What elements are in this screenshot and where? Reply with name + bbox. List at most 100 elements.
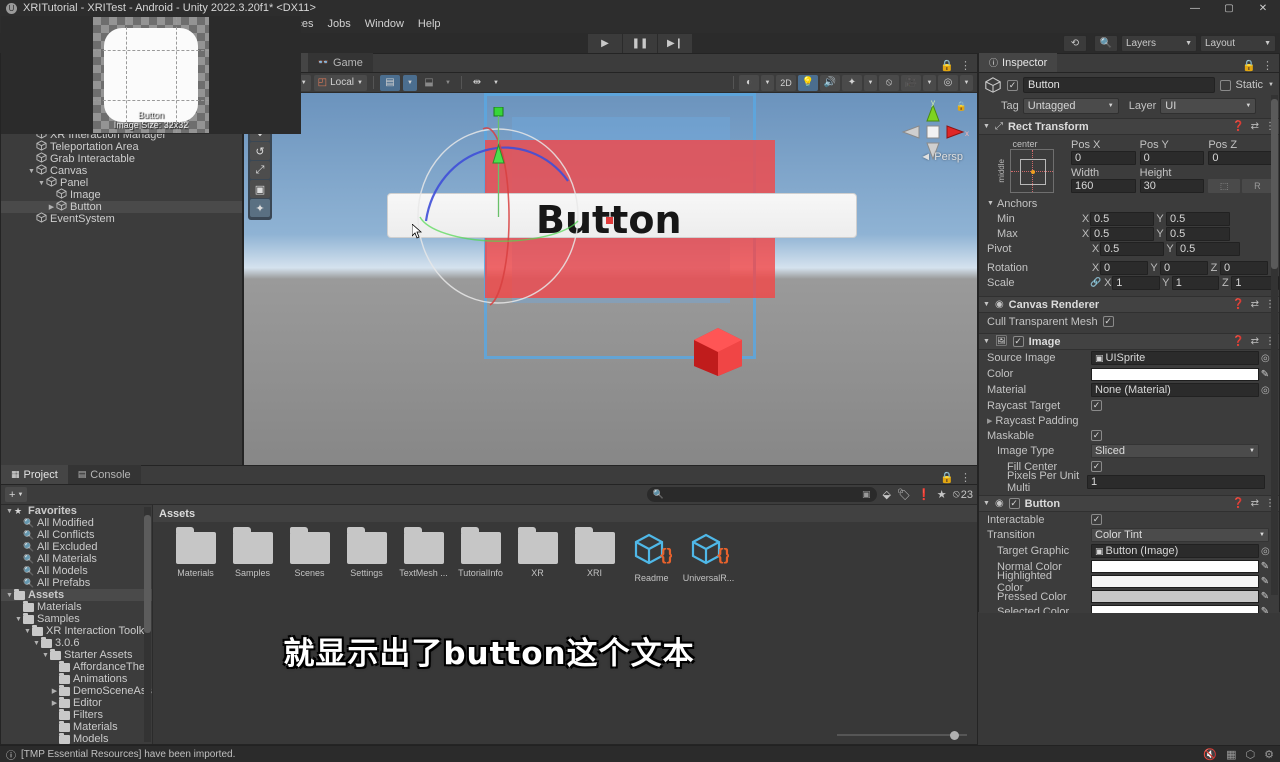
chevron-down-icon[interactable]: ▼ [41, 652, 50, 659]
asset-item-samples[interactable]: Samples [224, 527, 281, 583]
zoom-slider[interactable] [837, 730, 967, 740]
foldout-arrow[interactable]: ▼ [983, 338, 990, 345]
canvas-renderer-header[interactable]: ▼ ◉ Canvas Renderer ❓ ⇄ ⋮ [979, 296, 1279, 313]
maximize-button[interactable]: ▢ [1212, 0, 1246, 16]
scale-link-icon[interactable]: 🔗 [1090, 277, 1101, 288]
source-image-field[interactable]: ▣ UISprite [1091, 351, 1259, 365]
asset-item-readme[interactable]: {} Readme [623, 532, 680, 583]
chevron-down-icon[interactable]: ▼ [14, 616, 23, 623]
hierarchy-item-eventsystem[interactable]: EventSystem [1, 212, 242, 225]
project-tree-item-xr-interaction-toolkit[interactable]: ▼ XR Interaction Toolkit [1, 624, 152, 637]
project-tree-item-samples[interactable]: ▼ Samples [1, 612, 152, 625]
image-component-header[interactable]: ▼ 🖼 ✓ Image ❓ ⇄ ⋮ [979, 333, 1279, 350]
project-tree-item-editor[interactable]: ▶ Editor [1, 696, 152, 709]
menu-item-jobs[interactable]: Jobs [321, 16, 358, 33]
shading-mode-icon[interactable]: ◐ [739, 74, 759, 91]
project-tree-item-animations[interactable]: Animations [1, 672, 152, 685]
minimize-button[interactable]: — [1178, 0, 1212, 16]
pos-z-field[interactable]: 0 [1208, 151, 1274, 165]
layers-dropdown[interactable]: Layers ▼ [1121, 35, 1197, 52]
eyedropper-icon[interactable]: ✎ [1259, 369, 1271, 380]
scene-camera-icon[interactable]: 🎥 [901, 74, 921, 91]
eyedropper-icon[interactable]: ✎ [1259, 561, 1271, 572]
search-icon[interactable]: 🔍 [1094, 35, 1118, 52]
pivot-y-field[interactable]: 0.5 [1176, 241, 1240, 256]
hierarchy-item-panel[interactable]: ▼ Panel [1, 176, 242, 189]
object-picker-icon[interactable]: ◎ [1261, 546, 1270, 557]
asset-item-universalr[interactable]: {} UniversalR... [680, 532, 737, 583]
scene-viewport[interactable]: ✋✥↺⤢▣✦ Button [244, 93, 977, 465]
status-message[interactable]: [TMP Essential Resources] have been impo… [21, 749, 235, 760]
scale-x-field[interactable]: 1 [1112, 275, 1160, 290]
rot-x-field[interactable]: 0 [1100, 260, 1148, 275]
rotate-tool-icon[interactable]: ↺ [250, 142, 270, 160]
object-name-field[interactable]: Button [1023, 77, 1215, 93]
asset-item-xr[interactable]: XR [509, 527, 566, 583]
lock-icon[interactable]: 🔒 [1242, 59, 1256, 72]
effects-dropdown[interactable]: ▼ [864, 74, 877, 91]
favorite-star-icon[interactable]: ★ [937, 488, 947, 501]
project-tree-item-assets[interactable]: ▼ Assets [1, 588, 152, 601]
scene-orientation-gizmo[interactable]: y x 🔒 [897, 98, 969, 179]
asset-item-scenes[interactable]: Scenes [281, 527, 338, 583]
preset-icon[interactable]: ⇄ [1251, 498, 1259, 509]
gizmo-lock-icon[interactable]: 🔒 [956, 101, 967, 112]
move-gizmo-y-axis[interactable] [490, 107, 506, 219]
project-tree-item-all-modified[interactable]: 🔍 All Modified [1, 517, 152, 529]
target-graphic-field[interactable]: ▣ Button (Image) [1091, 544, 1259, 558]
lock-icon[interactable]: 🔒 [940, 471, 954, 484]
hidden-objects-icon[interactable]: ⦸ [879, 74, 899, 91]
scale-tool-icon[interactable]: ⤢ [250, 161, 270, 179]
width-field[interactable]: 160 [1071, 179, 1136, 193]
project-tree-item-all-conflicts[interactable]: 🔍 All Conflicts [1, 529, 152, 541]
snap-increment-dropdown[interactable]: ▼ [441, 75, 455, 91]
breadcrumb[interactable]: Assets [153, 505, 977, 522]
scale-y-field[interactable]: 1 [1171, 275, 1220, 290]
filter-type-icon[interactable]: ⬙ [883, 488, 891, 501]
anchor-max-y-field[interactable]: 0.5 [1166, 226, 1230, 241]
scene-camera-dropdown[interactable]: ▼ [923, 74, 936, 91]
pressed-color-swatch[interactable] [1091, 590, 1259, 603]
static-checkbox[interactable] [1219, 79, 1231, 91]
fill-center-checkbox[interactable]: ✓ [1091, 461, 1102, 472]
align-dropdown[interactable]: ▼ [489, 75, 503, 91]
project-tree-item-favorites[interactable]: ▼ ★ Favorites [1, 505, 152, 517]
eyedropper-icon[interactable]: ✎ [1259, 606, 1271, 613]
foldout-arrow[interactable]: ▼ [983, 123, 990, 130]
tab-game[interactable]: 👓 Game [307, 53, 373, 72]
project-create-button[interactable]: + ▼ [5, 487, 28, 502]
grid-snap-dropdown[interactable]: ▼ [402, 74, 417, 91]
project-tree[interactable]: ▼ ★ Favorites 🔍 All Modified 🔍 All Conflicts 🔍 A… [1, 505, 153, 744]
tag-dropdown[interactable]: Untagged ▼ [1022, 98, 1119, 114]
preset-icon[interactable]: ⇄ [1251, 121, 1259, 132]
settings-icon[interactable]: ⚙ [1264, 748, 1274, 761]
chevron-down-icon[interactable]: ▼ [23, 628, 32, 635]
foldout-arrow[interactable]: ▼ [983, 301, 990, 308]
maskable-checkbox[interactable]: ✓ [1091, 430, 1102, 441]
rect-transform-header[interactable]: ▼ ⤢ Rect Transform ❓ ⇄ ⋮ [979, 118, 1279, 135]
anchor-min-y-field[interactable]: 0.5 [1166, 211, 1230, 226]
cull-transparent-mesh-checkbox[interactable]: ✓ [1102, 316, 1114, 327]
height-field[interactable]: 30 [1139, 179, 1205, 193]
grid-snap-icon[interactable]: ▤ [379, 74, 400, 91]
tree-scrollbar-thumb[interactable] [144, 515, 151, 633]
layer-dropdown[interactable]: UI ▼ [1160, 98, 1257, 114]
project-tree-item-demosceneass[interactable]: ▶ DemoSceneAss [1, 684, 152, 697]
local-toggle[interactable]: ◰ Local ▼ [313, 74, 367, 91]
preset-icon[interactable]: ⇄ [1251, 299, 1259, 310]
anchor-max-x-field[interactable]: 0.5 [1090, 226, 1154, 241]
zoom-slider-knob[interactable] [950, 730, 959, 740]
eyedropper-icon[interactable]: ✎ [1259, 591, 1271, 602]
twod-toggle[interactable]: 2D [776, 74, 796, 91]
interactable-checkbox[interactable]: ✓ [1091, 514, 1102, 525]
chevron-down-icon[interactable]: ▼ [37, 180, 46, 187]
asset-item-settings[interactable]: Settings [338, 527, 395, 583]
play-button[interactable]: ▶ [588, 34, 622, 53]
project-tree-item-filters[interactable]: Filters [1, 708, 152, 721]
button-component-header[interactable]: ▼ ◉ ✓ Button ❓ ⇄ ⋮ [979, 495, 1279, 512]
warning-icon[interactable]: ❗ [917, 488, 931, 501]
grab-interactable-cube[interactable] [690, 326, 746, 378]
project-tree-item-materials[interactable]: Materials [1, 720, 152, 733]
project-tree-item-models[interactable]: Models [1, 732, 152, 744]
anchors-foldout[interactable]: ▼ Anchors [979, 196, 1279, 211]
